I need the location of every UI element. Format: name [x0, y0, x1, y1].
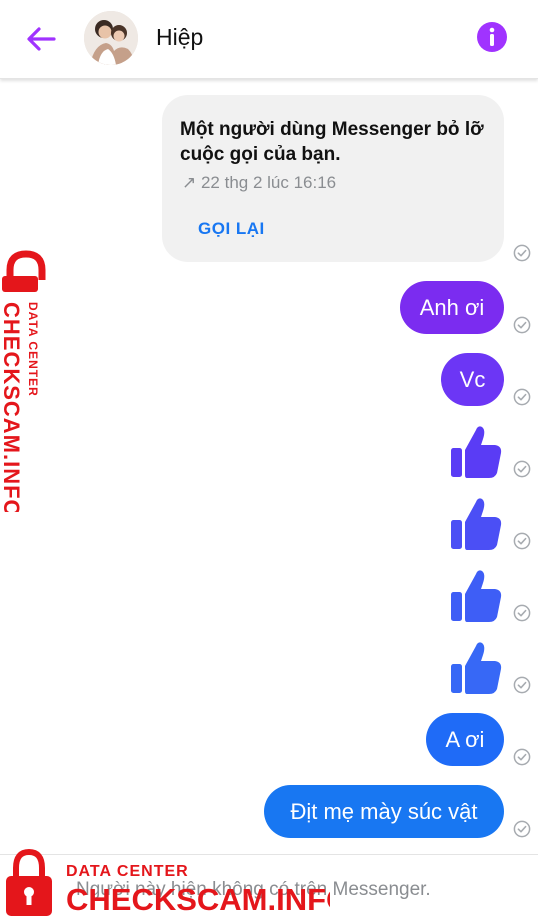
- sent-check-icon: [513, 316, 531, 334]
- arrow-left-icon[interactable]: [24, 22, 58, 56]
- watermark-bottom-line2: CHECKSCAM.INFO: [66, 882, 330, 917]
- watermark-bottom: DATA CENTER CHECKSCAM.INFO: [6, 848, 330, 917]
- sent-check-icon: [513, 388, 531, 406]
- watermark-side: DATA CENTER CHECKSCAM.INFO: [0, 250, 46, 512]
- message-bubble[interactable]: Địt mẹ mày súc vật: [264, 785, 504, 838]
- thumbs-up-icon[interactable]: [448, 567, 504, 623]
- watermark-bottom-line1: DATA CENTER: [66, 863, 189, 880]
- thumbs-up-icon[interactable]: [448, 423, 504, 479]
- message-bubble[interactable]: A ơi: [426, 713, 504, 766]
- call-back-button[interactable]: GỌI LẠI: [198, 219, 265, 239]
- missed-call-title: Một người dùng Messenger bỏ lỡ cuộc gọi …: [180, 119, 484, 165]
- message-bubble[interactable]: Anh ơi: [400, 281, 504, 334]
- thumbs-up-icon[interactable]: [448, 495, 504, 551]
- sent-check-icon: [513, 460, 531, 478]
- sent-check-icon: [513, 244, 531, 262]
- sent-check-icon: [513, 676, 531, 694]
- sent-check-icon: [513, 604, 531, 622]
- thumbs-up-icon[interactable]: [448, 639, 504, 695]
- avatar[interactable]: [84, 11, 138, 65]
- message-bubble[interactable]: Vc: [441, 353, 504, 406]
- conversation-header: Hiệp: [0, 0, 538, 79]
- watermark-side-line2: CHECKSCAM.INFO: [0, 302, 24, 512]
- sent-check-icon: [513, 748, 531, 766]
- contact-name[interactable]: Hiệp: [156, 24, 203, 51]
- missed-call-card: Một người dùng Messenger bỏ lỡ cuộc gọi …: [162, 95, 504, 262]
- watermark-side-line1: DATA CENTER: [26, 302, 40, 397]
- call-timestamp: ↗ 22 thg 2 lúc 16:16: [182, 173, 337, 192]
- sent-check-icon: [513, 820, 531, 838]
- info-icon[interactable]: [476, 21, 508, 53]
- sent-check-icon: [513, 532, 531, 550]
- avatar-photo: [84, 11, 138, 65]
